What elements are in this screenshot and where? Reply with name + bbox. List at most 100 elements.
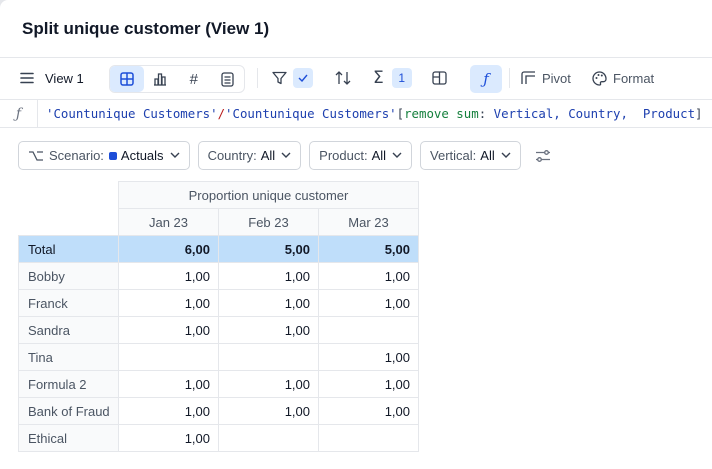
chevron-down-icon <box>392 150 402 161</box>
table-cell[interactable]: 1,00 <box>318 370 419 398</box>
group-header: Proportion unique customer <box>118 181 419 209</box>
view-type-switcher: # <box>109 65 245 93</box>
column-header[interactable]: Jan 23 <box>118 208 219 236</box>
product-filter[interactable]: Product: All <box>309 141 413 170</box>
table-cell[interactable]: 1,00 <box>118 316 219 344</box>
vertical-label: Vertical: <box>430 148 477 163</box>
view-label: View 1 <box>45 70 84 86</box>
formula-bracket: [ <box>396 106 405 121</box>
scenario-icon <box>28 150 44 162</box>
total-row[interactable]: Total 6,00 5,00 5,00 <box>18 235 419 263</box>
table-row[interactable]: Bank of Fraud 1,00 1,00 1,00 <box>18 397 419 425</box>
corner-cell <box>19 209 119 236</box>
scenario-filter[interactable]: Scenario: Actuals <box>18 141 190 170</box>
row-header[interactable]: Formula 2 <box>18 370 119 398</box>
table-cell[interactable] <box>118 343 219 371</box>
table-row[interactable]: Bobby 1,00 1,00 1,00 <box>18 262 419 290</box>
country-value: All <box>260 148 276 163</box>
column-header[interactable]: Feb 23 <box>218 208 319 236</box>
row-header[interactable]: Tina <box>18 343 119 371</box>
table-row[interactable]: Sandra 1,00 1,00 <box>18 316 419 344</box>
row-header[interactable]: Bank of Fraud <box>18 397 119 425</box>
country-filter[interactable]: Country: All <box>197 141 302 170</box>
vertical-filter[interactable]: Vertical: All <box>420 141 521 170</box>
divider <box>257 68 258 88</box>
table-cell[interactable]: 1,00 <box>318 289 419 317</box>
scenario-color-dot <box>108 151 117 160</box>
chevron-down-icon <box>501 150 511 161</box>
table-cell[interactable]: 1,00 <box>318 397 419 425</box>
format-button[interactable]: Format <box>592 65 654 91</box>
row-header[interactable]: Franck <box>18 289 119 317</box>
table-cell[interactable]: 1,00 <box>218 262 319 290</box>
product-value: All <box>371 148 387 163</box>
table-cell[interactable]: 5,00 <box>318 235 419 263</box>
aggregate-button[interactable]: Σ 1 <box>373 65 412 91</box>
table-cell[interactable]: 1,00 <box>318 343 419 371</box>
table-cell[interactable]: 1,00 <box>318 262 419 290</box>
chevron-down-icon <box>170 150 180 161</box>
data-grid: Proportion unique customer Jan 23 Feb 23… <box>18 181 419 452</box>
funnel-icon <box>272 71 287 85</box>
table-icon <box>120 72 134 86</box>
aggregate-count-badge: 1 <box>391 68 412 88</box>
formula-input[interactable]: 'Countunique Customers'/'Countunique Cus… <box>38 106 703 121</box>
table-row[interactable]: Ethical 1,00 <box>18 424 419 452</box>
layout-button[interactable] <box>432 65 447 91</box>
sigma-icon: Σ <box>373 68 384 88</box>
table-cell[interactable]: 1,00 <box>218 397 319 425</box>
formula-toggle-button[interactable]: ƒ <box>470 65 502 93</box>
table-cell[interactable]: 1,00 <box>218 370 319 398</box>
view-menu-button[interactable]: View 1 <box>20 65 84 91</box>
filter-button[interactable] <box>272 65 313 91</box>
chevron-down-icon <box>281 150 291 161</box>
table-cell[interactable]: 1,00 <box>118 262 219 290</box>
column-header[interactable]: Mar 23 <box>318 208 419 236</box>
sheet-icon <box>221 71 234 87</box>
formula-operand: 'Countunique Customers' <box>225 106 397 121</box>
row-header[interactable]: Sandra <box>18 316 119 344</box>
bar-chart-icon <box>153 72 167 86</box>
function-icon: ƒ <box>483 70 489 88</box>
table-cell[interactable]: 6,00 <box>118 235 219 263</box>
table-cell[interactable] <box>218 424 319 452</box>
table-cell[interactable]: 1,00 <box>118 424 219 452</box>
toolbar: View 1 # Σ 1 ƒ Pivot Format <box>0 58 712 98</box>
vertical-value: All <box>480 148 495 163</box>
table-row[interactable]: Tina 1,00 <box>18 343 419 371</box>
formula-bracket: ] <box>695 106 703 121</box>
table-row[interactable]: Franck 1,00 1,00 1,00 <box>18 289 419 317</box>
table-cell[interactable]: 1,00 <box>118 370 219 398</box>
formula-bar[interactable]: ƒ 'Countunique Customers'/'Countunique C… <box>0 99 712 128</box>
country-label: Country: <box>207 148 257 163</box>
table-cell[interactable]: 1,00 <box>218 316 319 344</box>
table-cell[interactable] <box>318 316 419 344</box>
scenario-value: Actuals <box>120 148 164 163</box>
formula-arguments: Vertical, Country, Product <box>493 106 696 121</box>
number-view-button[interactable]: # <box>177 66 211 92</box>
hash-icon: # <box>189 70 198 88</box>
row-header[interactable]: Ethical <box>18 424 119 452</box>
filter-settings-button[interactable] <box>529 142 557 170</box>
corner-cell <box>19 182 119 209</box>
sort-icon <box>335 71 351 85</box>
table-cell[interactable]: 1,00 <box>118 289 219 317</box>
pivot-button[interactable]: Pivot <box>521 65 571 91</box>
divider <box>509 68 510 88</box>
table-view-button[interactable] <box>110 66 144 92</box>
row-header[interactable]: Total <box>18 235 119 263</box>
format-label: Format <box>613 70 655 86</box>
chart-view-button[interactable] <box>144 66 178 92</box>
table-cell[interactable]: 1,00 <box>118 397 219 425</box>
table-row[interactable]: Formula 2 1,00 1,00 1,00 <box>18 370 419 398</box>
table-cell[interactable] <box>218 343 319 371</box>
formula-colon: : <box>478 106 494 121</box>
page-title: Split unique customer (View 1) <box>22 18 270 38</box>
table-cell[interactable]: 5,00 <box>218 235 319 263</box>
sort-button[interactable] <box>335 65 351 91</box>
check-badge <box>293 68 313 88</box>
table-cell[interactable] <box>318 424 419 452</box>
table-cell[interactable]: 1,00 <box>218 289 319 317</box>
row-header[interactable]: Bobby <box>18 262 119 290</box>
sheet-view-button[interactable] <box>211 66 245 92</box>
